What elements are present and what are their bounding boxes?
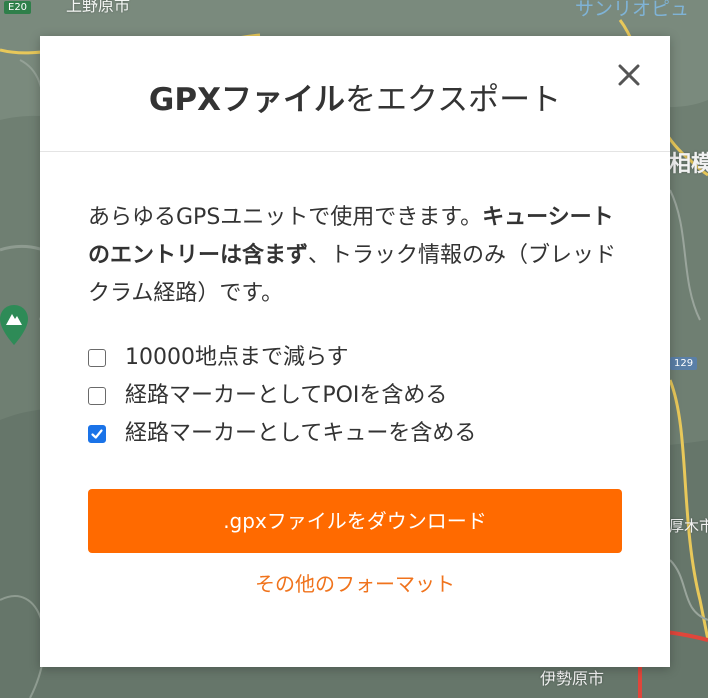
road-shield-e20: E20 <box>4 1 32 14</box>
dialog-title: GPXファイルをエクスポート <box>40 80 670 120</box>
dialog-description: あらゆるGPSユニットで使用できます。キューシートのエントリーは含まず、トラック… <box>88 199 628 313</box>
close-button[interactable] <box>614 60 644 90</box>
option-include-cues[interactable]: 経路マーカーとしてキューを含める <box>88 415 628 453</box>
export-options: 10000地点まで減らす 経路マーカーとしてPOIを含める 経路マーカーとしてキ… <box>88 339 628 453</box>
reduce-points-checkbox[interactable] <box>88 349 106 367</box>
include-cues-checkbox[interactable] <box>88 425 106 443</box>
option-label: 経路マーカーとしてPOIを含める <box>125 383 448 408</box>
include-poi-checkbox[interactable] <box>88 387 106 405</box>
map-place-label: 相模 <box>669 152 708 177</box>
screen: 上野原市 サンリオピュ 相模 厚木市 伊勢原市 E20 129 GPXファイルを… <box>0 0 708 698</box>
option-label: 10000地点まで減らす <box>125 345 349 370</box>
dialog-header: GPXファイルをエクスポート <box>40 36 670 152</box>
map-place-label: サンリオピュ <box>575 0 690 20</box>
description-text: あらゆるGPSユニットで使用できます。 <box>88 205 483 230</box>
close-icon <box>618 64 640 86</box>
map-place-label: 伊勢原市 <box>540 669 605 688</box>
download-gpx-button[interactable]: .gpxファイルをダウンロード <box>88 489 622 553</box>
mountain-pin-icon[interactable] <box>0 303 32 355</box>
map-place-label: 厚木市 <box>669 517 708 535</box>
dialog-title-rest: をエクスポート <box>345 82 562 118</box>
map-place-label: 上野原市 <box>66 0 131 15</box>
option-reduce-points[interactable]: 10000地点まで減らす <box>88 339 628 377</box>
checkmark-icon <box>91 429 103 439</box>
other-formats-link[interactable]: その他のフォーマット <box>40 568 670 600</box>
road-shield-129: 129 <box>670 357 698 370</box>
option-label: 経路マーカーとしてキューを含める <box>125 421 477 446</box>
dialog-title-bold: GPXファイル <box>148 82 345 118</box>
export-gpx-dialog: GPXファイルをエクスポート あらゆるGPSユニットで使用できます。キューシート… <box>40 36 670 667</box>
option-include-poi[interactable]: 経路マーカーとしてPOIを含める <box>88 377 628 415</box>
